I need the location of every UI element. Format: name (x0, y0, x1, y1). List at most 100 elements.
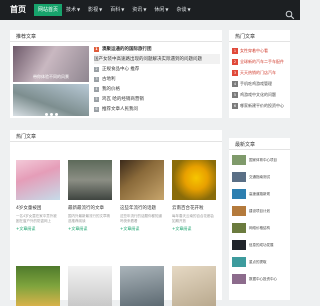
sidebar-link[interactable]: 5 鸡游戏中文化的问题 (232, 90, 288, 99)
chevron-down-icon: ▼ (121, 7, 125, 12)
nav-item-news[interactable]: 资讯▼ (128, 4, 150, 16)
list-item[interactable]: 4 我的价格 (94, 84, 220, 94)
site-logo[interactable]: 首页 (10, 4, 26, 15)
read-more-link[interactable]: +文章阅读 (68, 226, 112, 232)
sidebar-article-title: 建设项目计划 (249, 208, 270, 213)
rank-badge: 3 (232, 69, 238, 76)
sidebar-article[interactable]: 数据中心投资中心 (232, 273, 288, 285)
hot-articles-panel: 热门文章 4岁女童被困 一名4岁女童在家中意外被困在窗户外的防盗网上 +文章阅读… (10, 130, 222, 306)
divider (10, 141, 222, 142)
panel-title: 最新文章 (235, 142, 256, 148)
carousel-dot[interactable] (44, 113, 48, 116)
featured-slide-image[interactable]: 带你体验不同的风景 (13, 46, 89, 82)
card-image[interactable] (68, 266, 112, 306)
thumbnail (232, 274, 246, 284)
list-item[interactable]: 5 鸡瓦 哈的经销商营销 (94, 94, 220, 104)
list-item-title: 古地利 (102, 77, 116, 82)
sidebar-link-label: 女性穿着中心看 (240, 47, 268, 53)
card-title[interactable]: 最新最流行的文章 (68, 205, 112, 211)
sidebar-article[interactable]: 高速道路新规 (232, 188, 288, 200)
sidebar-article-title: 网络价格结构 (249, 225, 270, 230)
sidebar-article-title: 重点的提取 (249, 259, 267, 264)
rank-badge: 2 (232, 58, 238, 65)
carousel-dot[interactable] (49, 113, 53, 116)
sidebar-link[interactable]: 1 女性穿着中心看 (232, 46, 288, 55)
card-image[interactable] (172, 266, 216, 306)
card-title[interactable]: 云南百合花开啦 (172, 205, 216, 211)
article-card[interactable]: 最新最流行的文章 国内外最新最流行的文章精选推荐阅读 +文章阅读 (68, 160, 112, 232)
list-item-title: 正规食品中心 推荐 (102, 67, 140, 72)
article-card[interactable]: 4岁女童被困 一名4岁女童在家中意外被困在窗户外的防盗网上 +文章阅读 (16, 160, 60, 232)
read-more-link[interactable]: +文章阅读 (16, 226, 60, 232)
chevron-down-icon: ▼ (77, 7, 81, 12)
rank-badge: 6 (94, 106, 99, 112)
sidebar-article-title: 信息的成功发展 (249, 242, 274, 247)
top-navigation-bar: 首页 网站首页 技术▼ 影视▼ 百科▼ 资讯▼ 休闲▼ 杂谈▼ (0, 0, 300, 20)
article-card[interactable]: 云南百合花开啦 每年春天云南的百合花都会如期开放 +文章阅读 (172, 160, 216, 232)
list-item[interactable]: 1 澳聚运通的的国际旅行团 (94, 44, 220, 54)
sidebar-article-title: 国家体育中心项目 (249, 157, 277, 162)
divider (229, 149, 290, 150)
card-image[interactable] (120, 160, 164, 200)
sidebar-article[interactable]: 网络价格结构 (232, 222, 288, 234)
sidebar-link[interactable]: 6 哪家新建平价的投资中心 (232, 101, 288, 110)
sidebar-link-label: 全球新的汽车二手车配件 (240, 58, 284, 64)
nav-item-leisure[interactable]: 休闲▼ (150, 4, 172, 16)
card-title[interactable]: 这些年流行的话题 (120, 205, 164, 211)
list-item-title: 鸡瓦 哈的经销商营销 (102, 97, 144, 102)
nav-item-tech[interactable]: 技术▼ (62, 4, 84, 16)
article-card[interactable]: 这些年流行的话题 这些年流行的话题你都知道吗快来看看 +文章阅读 (120, 160, 164, 232)
carousel-dot[interactable] (54, 113, 58, 116)
read-more-link[interactable]: +文章阅读 (120, 226, 164, 232)
thumbnail (232, 206, 246, 216)
sidebar-article[interactable]: 交通指南测试 (232, 171, 288, 183)
divider (10, 41, 222, 42)
panel-title: 推荐文章 (16, 34, 37, 40)
card-image[interactable] (16, 266, 60, 306)
list-item[interactable]: 2 正规食品中心 推荐 (94, 64, 220, 74)
carousel-dots (13, 113, 89, 116)
sidebar-article[interactable]: 国家体育中心项目 (232, 154, 288, 166)
sidebar-link[interactable]: 2 全球新的汽车二手车配件 (232, 57, 288, 66)
nav-label: 休闲 (154, 7, 165, 13)
sidebar-hot-panel: 热门文章 1 女性穿着中心看 2 全球新的汽车二手车配件 3 天天热销的门店汽车 4手… (229, 30, 290, 118)
list-item[interactable]: 国产女装中高速路出现的问题解决实际遇到的问题问题 (94, 54, 220, 64)
thumbnail (232, 223, 246, 233)
read-more-link[interactable]: +文章阅读 (172, 226, 216, 232)
nav-item-wiki[interactable]: 百科▼ (106, 4, 128, 16)
thumbnail (232, 155, 246, 165)
chevron-down-icon: ▼ (165, 7, 169, 12)
nav-label: 技术 (66, 7, 77, 13)
nav-item-home[interactable]: 网站首页 (34, 4, 63, 16)
card-image[interactable] (16, 160, 60, 200)
nav-item-misc[interactable]: 杂谈▼ (172, 4, 194, 16)
search-icon[interactable] (285, 5, 295, 20)
sidebar-link[interactable]: 3 天天热销的门店汽车 (232, 68, 288, 77)
rank-badge: 4 (94, 86, 99, 92)
card-image[interactable] (120, 266, 164, 306)
sidebar-link[interactable]: 4 手机吃鸡游戏管理 (232, 79, 288, 88)
rank-badge: 3 (94, 76, 99, 82)
featured-image[interactable] (13, 84, 89, 116)
sidebar-article[interactable]: 信息的成功发展 (232, 239, 288, 251)
chevron-down-icon: ▼ (187, 7, 191, 12)
sidebar-link-label: 手机吃鸡游戏管理 (240, 80, 272, 86)
sidebar-article-title: 高速道路新规 (249, 191, 270, 196)
list-item[interactable]: 6 推荐文章人民我问 (94, 104, 220, 114)
rank-badge: 1 (232, 47, 238, 54)
nav-label: 杂谈 (176, 7, 187, 13)
card-image[interactable] (68, 160, 112, 200)
rank-badge: 6 (232, 102, 238, 109)
card-description: 每年春天云南的百合花都会如期开放 (172, 214, 214, 223)
list-item[interactable]: 3 古地利 (94, 74, 220, 84)
nav-item-movie[interactable]: 影视▼ (84, 4, 106, 16)
sidebar-article[interactable]: 建设项目计划 (232, 205, 288, 217)
rank-badge: 2 (94, 66, 99, 72)
featured-list: 1 澳聚运通的的国际旅行团 国产女装中高速路出现的问题解决实际遇到的问题问题 2正… (94, 44, 220, 114)
featured-articles-panel: 推荐文章 带你体验不同的风景 1 澳聚运通的的国际旅行团 国产女装中高速路出现的问… (10, 30, 222, 118)
card-image[interactable] (172, 160, 216, 200)
sidebar-article[interactable]: 重点的提取 (232, 256, 288, 268)
nav-label: 资讯 (132, 7, 143, 13)
rank-badge: 5 (94, 96, 99, 102)
card-title[interactable]: 4岁女童被困 (16, 205, 60, 211)
